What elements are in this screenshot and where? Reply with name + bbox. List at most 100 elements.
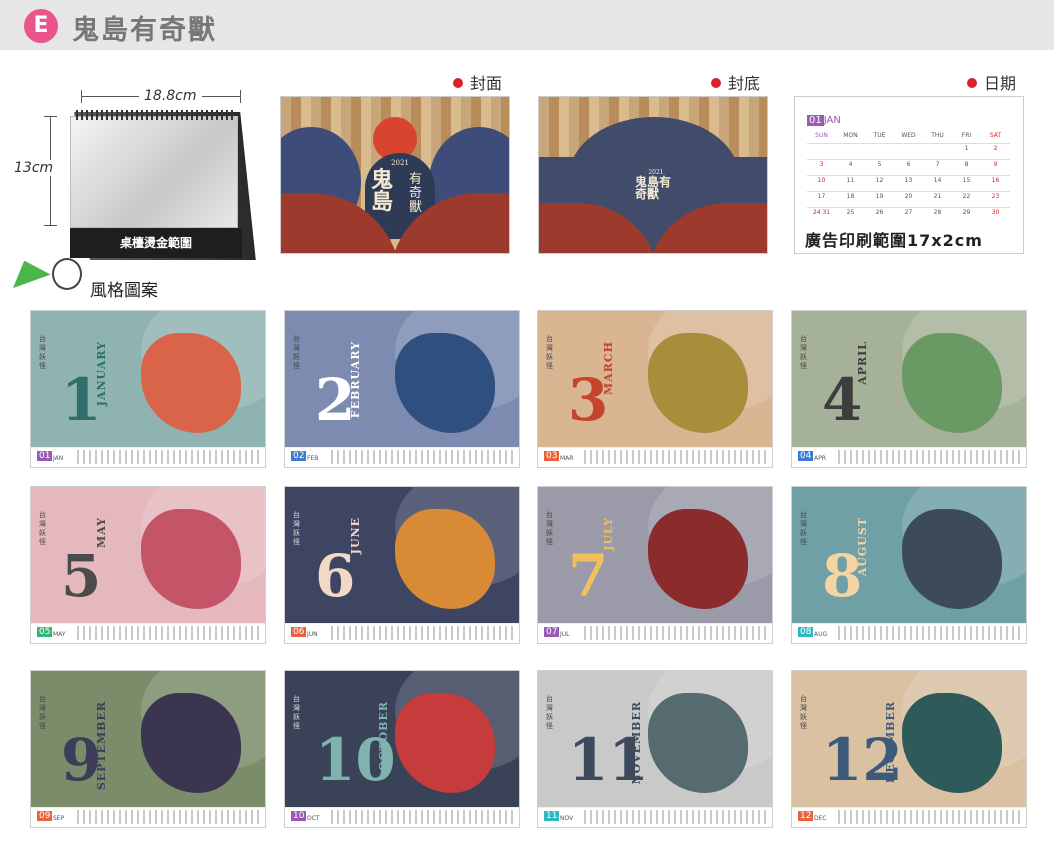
day-ticks <box>838 450 1024 464</box>
month-date-strip: 10 OCT <box>285 807 519 827</box>
month-date-strip: 07 JUL <box>538 623 772 643</box>
vertical-tag: 台灣妖怪 <box>39 335 46 370</box>
creature-figure <box>648 333 748 433</box>
day-cell: 4 <box>836 159 865 175</box>
day-cell: 22 <box>952 191 981 207</box>
month-date-strip: 01 JAN <box>31 447 265 467</box>
date-grid: SUN MON TUE WED THU FRI SAT 1 2 3 4 5 6 7 8 9 10 11 12 13 14… <box>807 131 1011 227</box>
month-card-sep: 台灣妖怪 9 SEPTEMBER 09 SEP <box>30 670 266 828</box>
month-card-jan: 台灣妖怪 1 JANUARY 01 JAN <box>30 310 266 468</box>
day-cell: 24 31 <box>807 207 836 223</box>
day-cell: 14 <box>923 175 952 191</box>
month-badge: 09 <box>37 811 53 821</box>
month-card-mar: 台灣妖怪 3 MARCH 03 MAR <box>537 310 773 468</box>
month-illustration: 台灣妖怪 3 MARCH <box>538 311 772 449</box>
month-card-oct: 台灣妖怪 10 OCTOBER 10 OCT <box>284 670 520 828</box>
month-abbr: OCT <box>307 815 320 822</box>
month-badge: 11 <box>544 811 560 821</box>
month-illustration: 台灣妖怪 12 DECEMBER <box>792 671 1026 809</box>
cover-image: 2021 鬼島 有奇獸 <box>280 96 510 254</box>
month-badge: 01 <box>37 451 53 461</box>
month-name: OCTOBER <box>377 701 390 771</box>
month-name: DECEMBER <box>884 701 897 784</box>
day-cell: 8 <box>952 159 981 175</box>
width-cap-right <box>240 90 241 103</box>
stand-front-page <box>70 116 238 228</box>
creature-figure <box>141 509 241 609</box>
month-name: NOVEMBER <box>630 701 643 785</box>
month-illustration: 台灣妖怪 6 JUNE <box>285 487 519 625</box>
day-ticks <box>584 626 770 640</box>
month-number: 5 <box>61 542 102 610</box>
back-cover-image: 2021 鬼島有奇獸 <box>538 96 768 254</box>
day-cell: 18 <box>836 191 865 207</box>
month-card-jun: 台灣妖怪 6 JUNE 06 JUN <box>284 486 520 644</box>
day-ticks <box>77 810 263 824</box>
day-cell: 15 <box>952 175 981 191</box>
day-cell: 23 <box>981 191 1010 207</box>
creature-figure <box>902 693 1002 793</box>
style-pattern-text: 風格圖案 <box>90 281 158 301</box>
day-cell: 5 <box>865 159 894 175</box>
vertical-tag: 台灣妖怪 <box>546 511 553 546</box>
month-badge: 02 <box>291 451 307 461</box>
day-cell <box>894 143 923 159</box>
month-name: SEPTEMBER <box>95 701 108 791</box>
month-illustration: 台灣妖怪 4 APRIL <box>792 311 1026 449</box>
month-date-strip: 08 AUG <box>792 623 1026 643</box>
day-cell: 25 <box>836 207 865 223</box>
month-badge: 10 <box>291 811 307 821</box>
month-illustration: 台灣妖怪 9 SEPTEMBER <box>31 671 265 809</box>
month-illustration: 台灣妖怪 7 JULY <box>538 487 772 625</box>
month-illustration: 台灣妖怪 10 OCTOBER <box>285 671 519 809</box>
section-header: E 鬼島有奇獸 <box>0 0 1054 50</box>
day-cell: 11 <box>836 175 865 191</box>
creature-figure <box>395 333 495 433</box>
month-name: MARCH <box>602 341 615 396</box>
height-cap-bottom <box>44 225 57 226</box>
day-cell: 6 <box>894 159 923 175</box>
green-triangle-icon <box>5 253 51 289</box>
day-ticks <box>77 626 263 640</box>
section-badge: E <box>24 9 58 43</box>
vertical-tag: 台灣妖怪 <box>546 335 553 370</box>
day-cell: 20 <box>894 191 923 207</box>
vertical-tag: 台灣妖怪 <box>800 335 807 370</box>
month-name: APRIL <box>856 341 869 385</box>
day-cell <box>923 143 952 159</box>
date-page-preview: 日期 01 JAN SUN MON TUE WED THU FRI SAT 1 2 3 4 5 6 7 8 9 1… <box>794 70 1024 260</box>
back-title: 鬼島有奇獸 <box>635 175 672 201</box>
month-card-nov: 台灣妖怪 11 NOVEMBER 11 NOV <box>537 670 773 828</box>
vertical-tag: 台灣妖怪 <box>293 335 300 370</box>
day-ticks <box>838 626 1024 640</box>
creature-figure <box>902 333 1002 433</box>
month-illustration: 台灣妖怪 5 MAY <box>31 487 265 625</box>
vertical-tag: 台灣妖怪 <box>39 511 46 546</box>
month-date-strip: 04 APR <box>792 447 1026 467</box>
creature-figure <box>395 693 495 793</box>
back-cover-label: 封底 <box>710 70 760 94</box>
section-title: 鬼島有奇獸 <box>72 15 217 46</box>
month-card-aug: 台灣妖怪 8 AUGUST 08 AUG <box>791 486 1027 644</box>
month-card-feb: 台灣妖怪 2 FEBRUARY 02 FEB <box>284 310 520 468</box>
month-badge: 03 <box>544 451 560 461</box>
style-pattern-label: 風格圖案 <box>5 253 176 301</box>
cover-year: 2021 <box>391 159 409 167</box>
desk-stand: 桌檯燙金範圍 <box>70 110 256 262</box>
creature-figure <box>395 509 495 609</box>
height-label: 13cm <box>14 160 54 176</box>
month-date-strip: 03 MAR <box>538 447 772 467</box>
month-name: MAY <box>95 517 108 549</box>
width-label: 18.8cm <box>139 88 202 104</box>
month-abbr: JUN <box>307 631 318 638</box>
date-page-label: 日期 <box>966 70 1016 94</box>
month-name: FEBRUARY <box>349 341 362 419</box>
width-dimension: 18.8cm <box>81 88 241 104</box>
month-number: 7 <box>568 542 609 610</box>
bullet-dot-icon <box>966 78 977 88</box>
day-cell: 2 <box>981 143 1010 159</box>
month-badge: 04 <box>798 451 814 461</box>
month-date-strip: 12 DEC <box>792 807 1026 827</box>
month-badge: 08 <box>798 627 814 637</box>
vertical-tag: 台灣妖怪 <box>546 695 553 730</box>
